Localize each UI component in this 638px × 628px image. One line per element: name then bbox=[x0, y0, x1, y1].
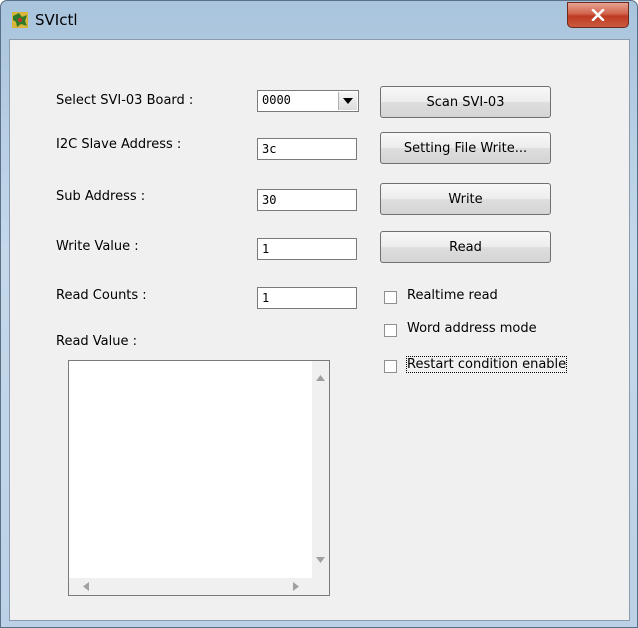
write-value-input[interactable]: 1 bbox=[257, 238, 357, 260]
dropdown-button[interactable] bbox=[338, 92, 357, 110]
horizontal-scrollbar[interactable] bbox=[69, 578, 312, 595]
restart-condition-label[interactable]: Restart condition enable bbox=[405, 356, 568, 373]
svictl-app-icon bbox=[12, 12, 28, 28]
svictl-window: SVIctl Select SVI-03 Board : I2C Slave A… bbox=[0, 0, 638, 628]
scroll-left-icon[interactable] bbox=[83, 582, 89, 591]
realtime-read-checkbox[interactable] bbox=[384, 291, 397, 304]
i2c-slave-address-input[interactable]: 3c bbox=[257, 138, 357, 160]
close-button[interactable] bbox=[567, 2, 629, 28]
read-value-textarea[interactable] bbox=[68, 360, 330, 596]
scrollbar-corner bbox=[312, 578, 329, 595]
select-board-label: Select SVI-03 Board : bbox=[56, 93, 194, 108]
write-value-label: Write Value : bbox=[56, 239, 139, 254]
window-title: SVIctl bbox=[35, 11, 78, 29]
dialog-client-area: Select SVI-03 Board : I2C Slave Address … bbox=[9, 39, 630, 621]
i2c-slave-address-label: I2C Slave Address : bbox=[56, 137, 182, 152]
chevron-down-icon bbox=[343, 98, 353, 104]
scroll-right-icon[interactable] bbox=[293, 582, 299, 591]
read-button[interactable]: Read bbox=[380, 231, 551, 263]
read-counts-input[interactable]: 1 bbox=[257, 287, 357, 309]
title-bar[interactable]: SVIctl bbox=[1, 1, 637, 39]
setting-file-write-button[interactable]: Setting File Write... bbox=[380, 132, 551, 164]
read-value-label: Read Value : bbox=[56, 334, 138, 349]
restart-condition-checkbox[interactable] bbox=[384, 360, 397, 373]
sub-address-input[interactable]: 30 bbox=[257, 189, 357, 211]
word-address-mode-label[interactable]: Word address mode bbox=[407, 321, 537, 336]
scroll-down-icon[interactable] bbox=[316, 557, 325, 563]
word-address-mode-checkbox[interactable] bbox=[384, 324, 397, 337]
close-x-icon bbox=[591, 9, 605, 21]
scan-svi03-button[interactable]: Scan SVI-03 bbox=[380, 86, 551, 118]
board-select-value: 0000 bbox=[262, 93, 291, 107]
read-counts-label: Read Counts : bbox=[56, 288, 147, 303]
board-select-dropdown[interactable]: 0000 bbox=[257, 90, 359, 112]
write-button[interactable]: Write bbox=[380, 183, 551, 215]
vertical-scrollbar[interactable] bbox=[312, 361, 329, 578]
realtime-read-label[interactable]: Realtime read bbox=[407, 288, 498, 303]
sub-address-label: Sub Address : bbox=[56, 189, 146, 204]
scroll-up-icon[interactable] bbox=[316, 375, 325, 381]
